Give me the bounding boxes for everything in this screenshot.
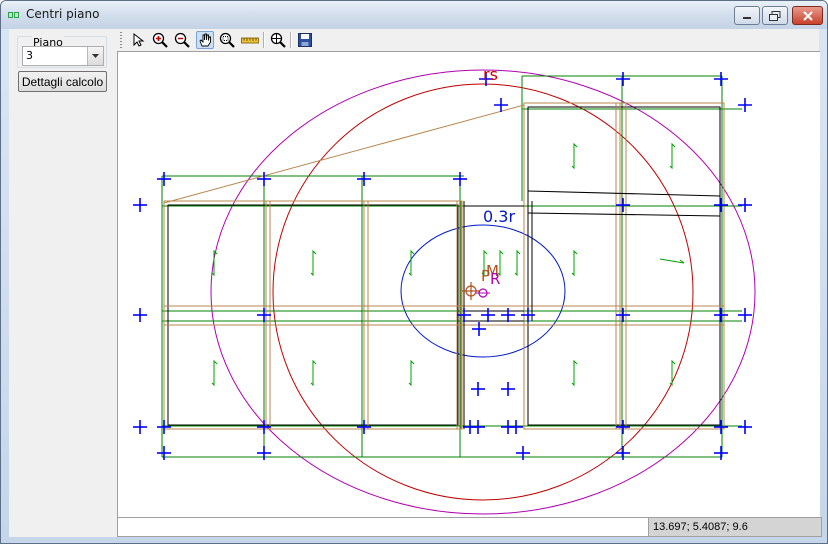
drawing-canvas[interactable]: rs 0.3r P M R: [117, 51, 820, 518]
select-tool-button[interactable]: [129, 31, 147, 49]
beam-outline: [163, 200, 463, 430]
floor-select-value: 3: [26, 49, 33, 62]
pan-button[interactable]: [196, 31, 214, 49]
slab-direction-arrow: [571, 359, 578, 387]
select-arrow-icon: [133, 33, 145, 47]
zoom-extents-icon: [270, 32, 286, 48]
slab-direction-arrow: [310, 249, 317, 277]
zoom-out-icon: [174, 32, 190, 48]
diagonal-beam: [163, 104, 525, 204]
left-panel: Piano 3 Dettagli calcolo: [9, 29, 115, 537]
window-title: Centri piano: [26, 7, 100, 21]
save-button[interactable]: [296, 31, 314, 49]
toolbar-separator: [263, 32, 265, 48]
floor-group: Piano 3: [17, 36, 107, 68]
slab-direction-arrow: [669, 359, 676, 387]
close-button[interactable]: [792, 6, 823, 25]
floor-select-dropdown-button[interactable]: [87, 47, 103, 65]
beam-line: [527, 190, 721, 197]
measure-button[interactable]: [241, 31, 259, 49]
slab-direction-arrow: [408, 249, 415, 277]
toolbar-separator: [290, 32, 292, 48]
close-icon: [802, 10, 813, 21]
slab-direction-arrow: [211, 359, 218, 387]
slab-direction-arrow: [571, 249, 578, 277]
floor-select[interactable]: 3: [22, 46, 104, 66]
stiffness-radius-ellipse: [272, 83, 694, 501]
app-icon: [8, 12, 19, 18]
slab-direction-arrow: [669, 142, 676, 170]
zoom-window-icon: [219, 32, 235, 48]
drawing-toolbar: [117, 29, 819, 51]
slab-outline: [167, 204, 459, 426]
small-ellipse: [400, 224, 566, 358]
cursor-coordinates: 13.697; 5.4087; 9.6: [648, 517, 822, 537]
slab-direction-arrow: [659, 258, 685, 264]
app-window: Centri piano Piano 3 Dettagli calcolo rs…: [0, 0, 828, 544]
restore-icon: [769, 10, 781, 21]
slab-direction-arrow: [514, 249, 521, 277]
pan-hand-icon: [199, 33, 211, 47]
minimize-button[interactable]: [734, 6, 760, 25]
ellipse-label: 0.3r: [483, 207, 515, 226]
status-bar: 13.697; 5.4087; 9.6: [117, 517, 822, 537]
slab-direction-arrow: [310, 359, 317, 387]
beam-line: [527, 212, 721, 217]
stiffness-center-label: R: [490, 270, 500, 288]
calc-details-button[interactable]: Dettagli calcolo: [18, 71, 107, 92]
zoom-extents-button[interactable]: [269, 31, 287, 49]
slab-direction-arrow: [211, 249, 218, 277]
outer-ellipse: [210, 69, 756, 515]
zoom-in-icon: [152, 32, 168, 48]
floor-plan-drawing: rs0.3rPMR: [133, 65, 756, 515]
title-bar[interactable]: Centri piano: [1, 1, 827, 29]
slab-direction-arrow: [408, 359, 415, 387]
zoom-out-button[interactable]: [173, 31, 191, 49]
minimize-icon: [743, 16, 751, 19]
zoom-window-button[interactable]: [218, 31, 236, 49]
status-message: [117, 517, 649, 537]
client-area: Piano 3 Dettagli calcolo rs 0.3r P M R 1…: [9, 29, 822, 537]
restore-button[interactable]: [762, 6, 788, 25]
measure-ruler-icon: [241, 37, 259, 44]
chevron-down-icon: [92, 54, 99, 58]
toolbar-grip[interactable]: [120, 32, 122, 48]
save-icon: [298, 33, 312, 47]
slab-direction-arrow: [571, 142, 578, 170]
zoom-in-button[interactable]: [151, 31, 169, 49]
stiffness-radius-label: rs: [483, 65, 498, 84]
